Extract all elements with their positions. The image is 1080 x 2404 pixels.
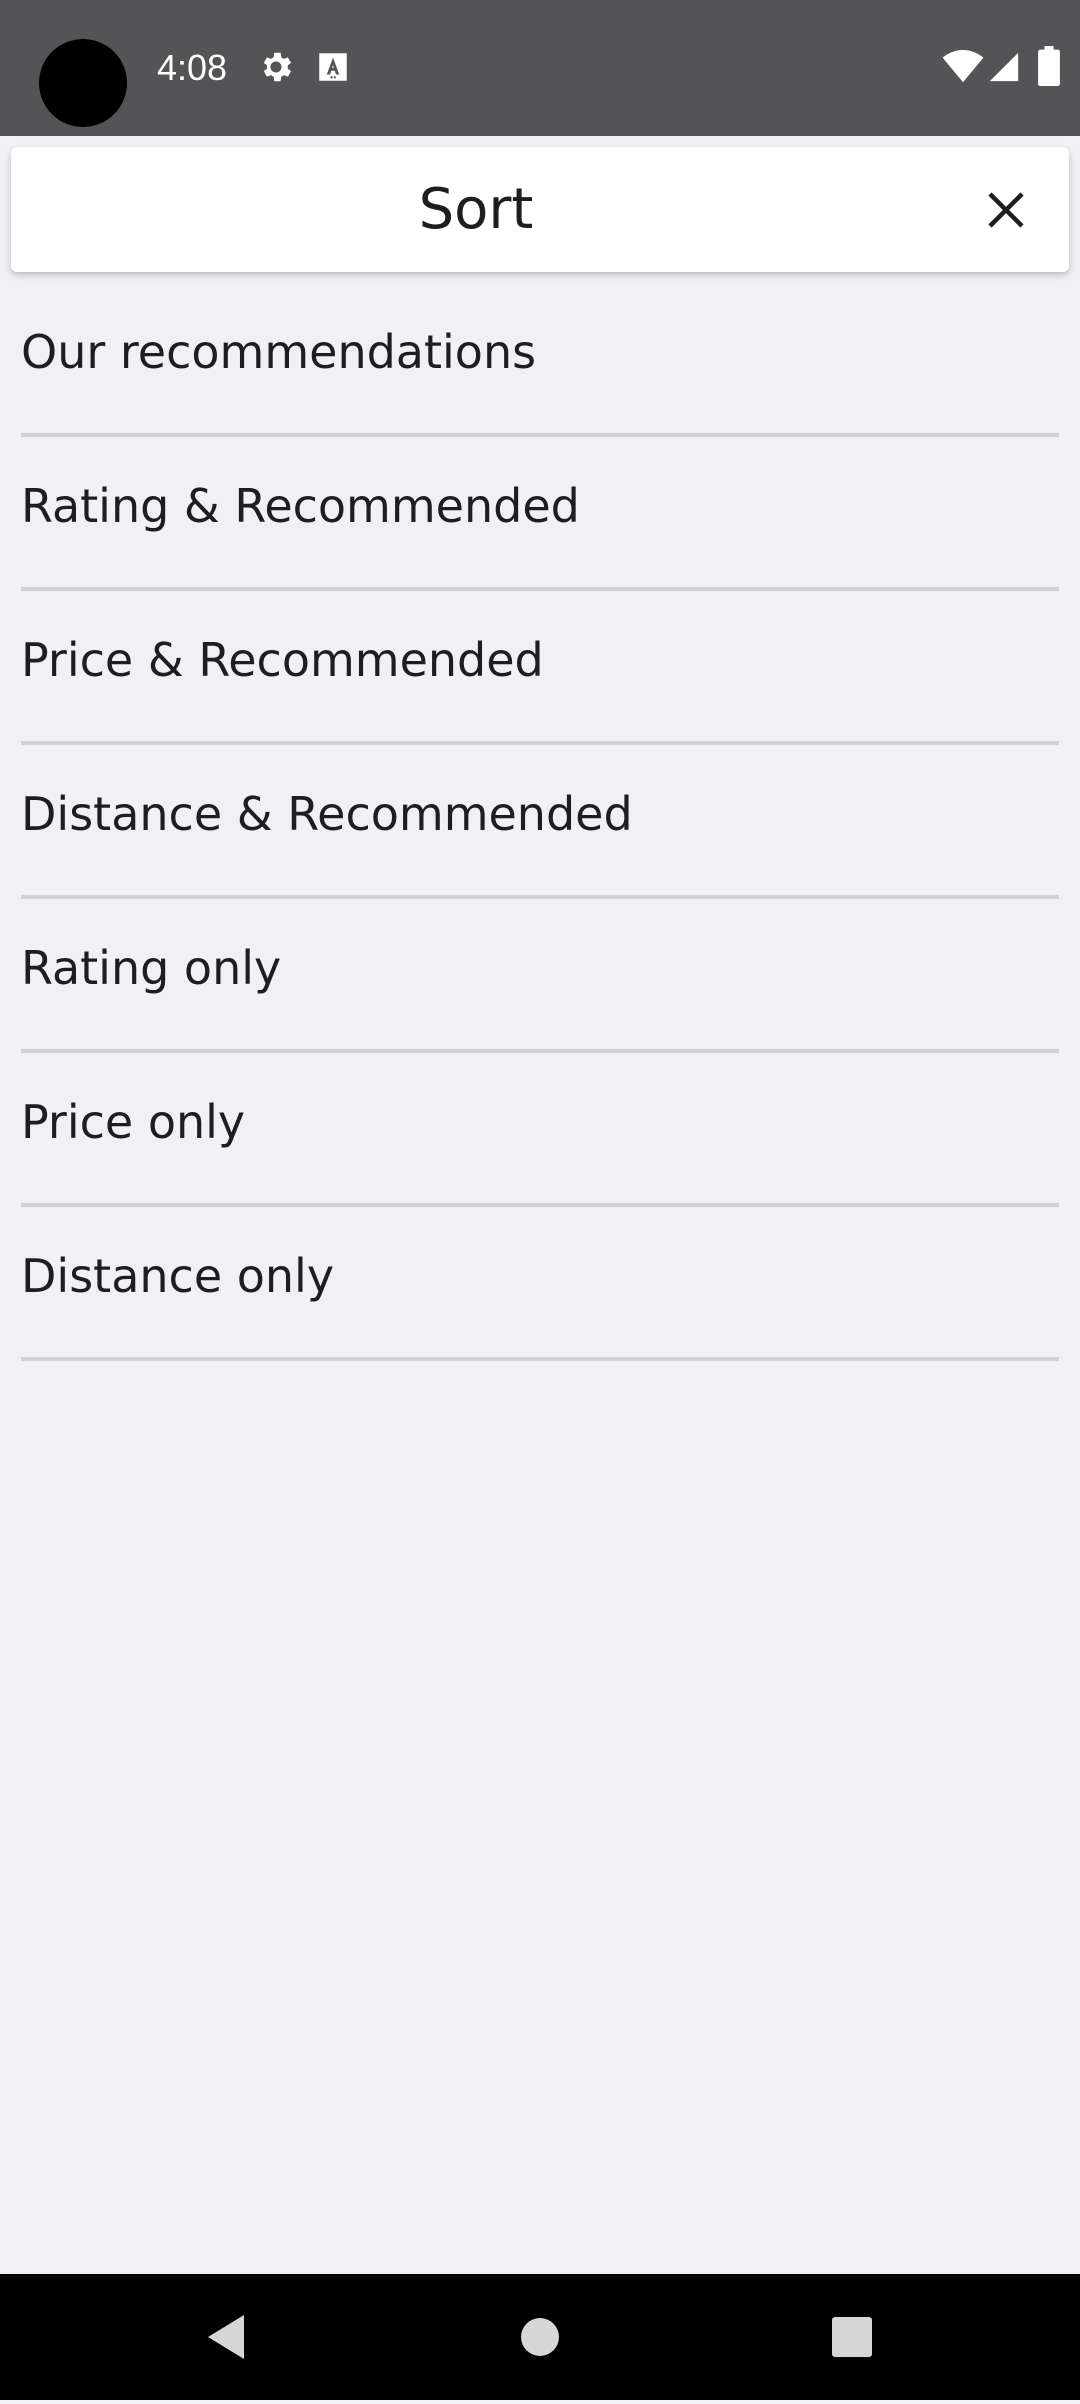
status-time: 4:08: [157, 47, 228, 88]
sort-options-list: Our recommendations Rating & Recommended…: [21, 283, 1059, 1361]
sort-option-label: Rating only: [21, 941, 282, 995]
sort-option-distance-only[interactable]: Distance only: [21, 1207, 1059, 1361]
sort-option-rating-recommended[interactable]: Rating & Recommended: [21, 437, 1059, 591]
close-icon: [988, 192, 1024, 228]
sort-option-distance-recommended[interactable]: Distance & Recommended: [21, 745, 1059, 899]
close-button[interactable]: [973, 177, 1039, 243]
sort-option-label: Price only: [21, 1095, 246, 1149]
recents-icon: [832, 2317, 872, 2357]
sort-option-our-recommendations[interactable]: Our recommendations: [21, 283, 1059, 437]
camera-cutout: [39, 39, 127, 127]
sort-option-rating-only[interactable]: Rating only: [21, 899, 1059, 1053]
wifi-icon: [942, 50, 984, 83]
recents-button[interactable]: [792, 2274, 912, 2400]
page-title: Sort: [418, 177, 534, 242]
sort-option-label: Rating & Recommended: [21, 479, 580, 533]
back-button[interactable]: [166, 2274, 286, 2400]
back-icon: [208, 2315, 244, 2359]
sort-header: Sort: [11, 147, 1069, 272]
sort-option-label: Price & Recommended: [21, 633, 544, 687]
navigation-bar: [0, 2274, 1080, 2400]
sort-option-label: Distance only: [21, 1249, 335, 1303]
gear-icon: [263, 52, 292, 82]
sort-option-price-only[interactable]: Price only: [21, 1053, 1059, 1207]
home-icon: [521, 2318, 559, 2356]
sort-option-label: Our recommendations: [21, 325, 537, 379]
sort-option-label: Distance & Recommended: [21, 787, 633, 841]
status-bar: 4:08: [0, 0, 1080, 136]
home-button[interactable]: [480, 2274, 600, 2400]
sort-option-price-recommended[interactable]: Price & Recommended: [21, 591, 1059, 745]
battery-icon: [1038, 46, 1060, 86]
keyboard-a-icon: [319, 53, 347, 81]
cell-signal-icon: [989, 52, 1019, 82]
